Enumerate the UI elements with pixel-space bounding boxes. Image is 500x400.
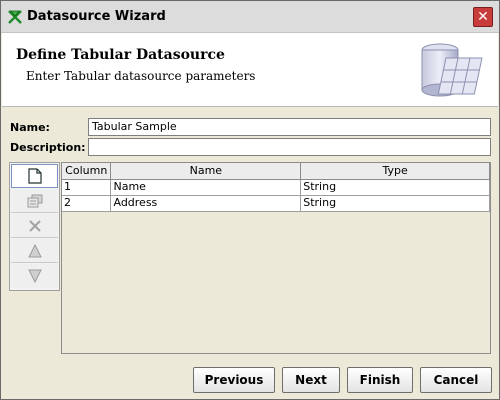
description-label: Description: [10, 141, 86, 154]
move-up-icon [27, 243, 42, 257]
column-header-column[interactable]: Column [62, 163, 112, 180]
datasource-icon [421, 43, 483, 97]
page-subtitle: Enter Tabular datasource parameters [26, 69, 256, 83]
cell-column[interactable]: 1 [62, 179, 112, 196]
title-bar[interactable]: Datasource Wizard ✕ [1, 1, 499, 33]
cell-type[interactable]: String [300, 179, 490, 196]
name-field[interactable]: Tabular Sample [88, 118, 491, 136]
wizard-header: Define Tabular Datasource Enter Tabular … [2, 33, 498, 107]
close-window-button[interactable]: ✕ [473, 7, 493, 27]
datasource-wizard-window: Datasource Wizard ✕ Define Tabular Datas… [0, 0, 500, 400]
finish-button[interactable]: Finish [347, 367, 413, 393]
window-title: Datasource Wizard [27, 9, 166, 24]
name-label: Name: [10, 121, 50, 134]
column-header-type[interactable]: Type [300, 163, 490, 180]
cancel-button[interactable]: Cancel [420, 367, 492, 393]
delete-row-icon [28, 219, 41, 232]
cell-type[interactable]: String [300, 195, 490, 212]
cell-name[interactable]: Address [110, 195, 302, 212]
new-row-icon [27, 168, 42, 184]
row-toolbar [9, 162, 60, 291]
wizard-app-icon [8, 10, 22, 24]
table-row[interactable]: 2 Address String [62, 195, 490, 212]
move-up-button[interactable] [11, 239, 58, 263]
table-row[interactable]: 1 Name String [62, 179, 490, 196]
close-icon: ✕ [477, 9, 489, 25]
description-field[interactable] [88, 138, 491, 156]
previous-button[interactable]: Previous [193, 367, 275, 393]
page-title: Define Tabular Datasource [16, 47, 225, 63]
next-button[interactable]: Next [282, 367, 340, 393]
columns-table[interactable]: Column Name Type 1 Name String 2 Address… [61, 162, 491, 354]
add-row-button[interactable] [11, 164, 58, 188]
delete-row-button[interactable] [11, 214, 58, 238]
move-down-button[interactable] [11, 264, 58, 288]
move-down-icon [27, 269, 42, 283]
copy-row-button[interactable] [11, 189, 58, 213]
cell-column[interactable]: 2 [62, 195, 112, 212]
cell-name[interactable]: Name [110, 179, 302, 196]
table-header-row: Column Name Type [62, 163, 490, 180]
column-header-name[interactable]: Name [110, 163, 302, 180]
copy-row-icon [27, 194, 42, 207]
